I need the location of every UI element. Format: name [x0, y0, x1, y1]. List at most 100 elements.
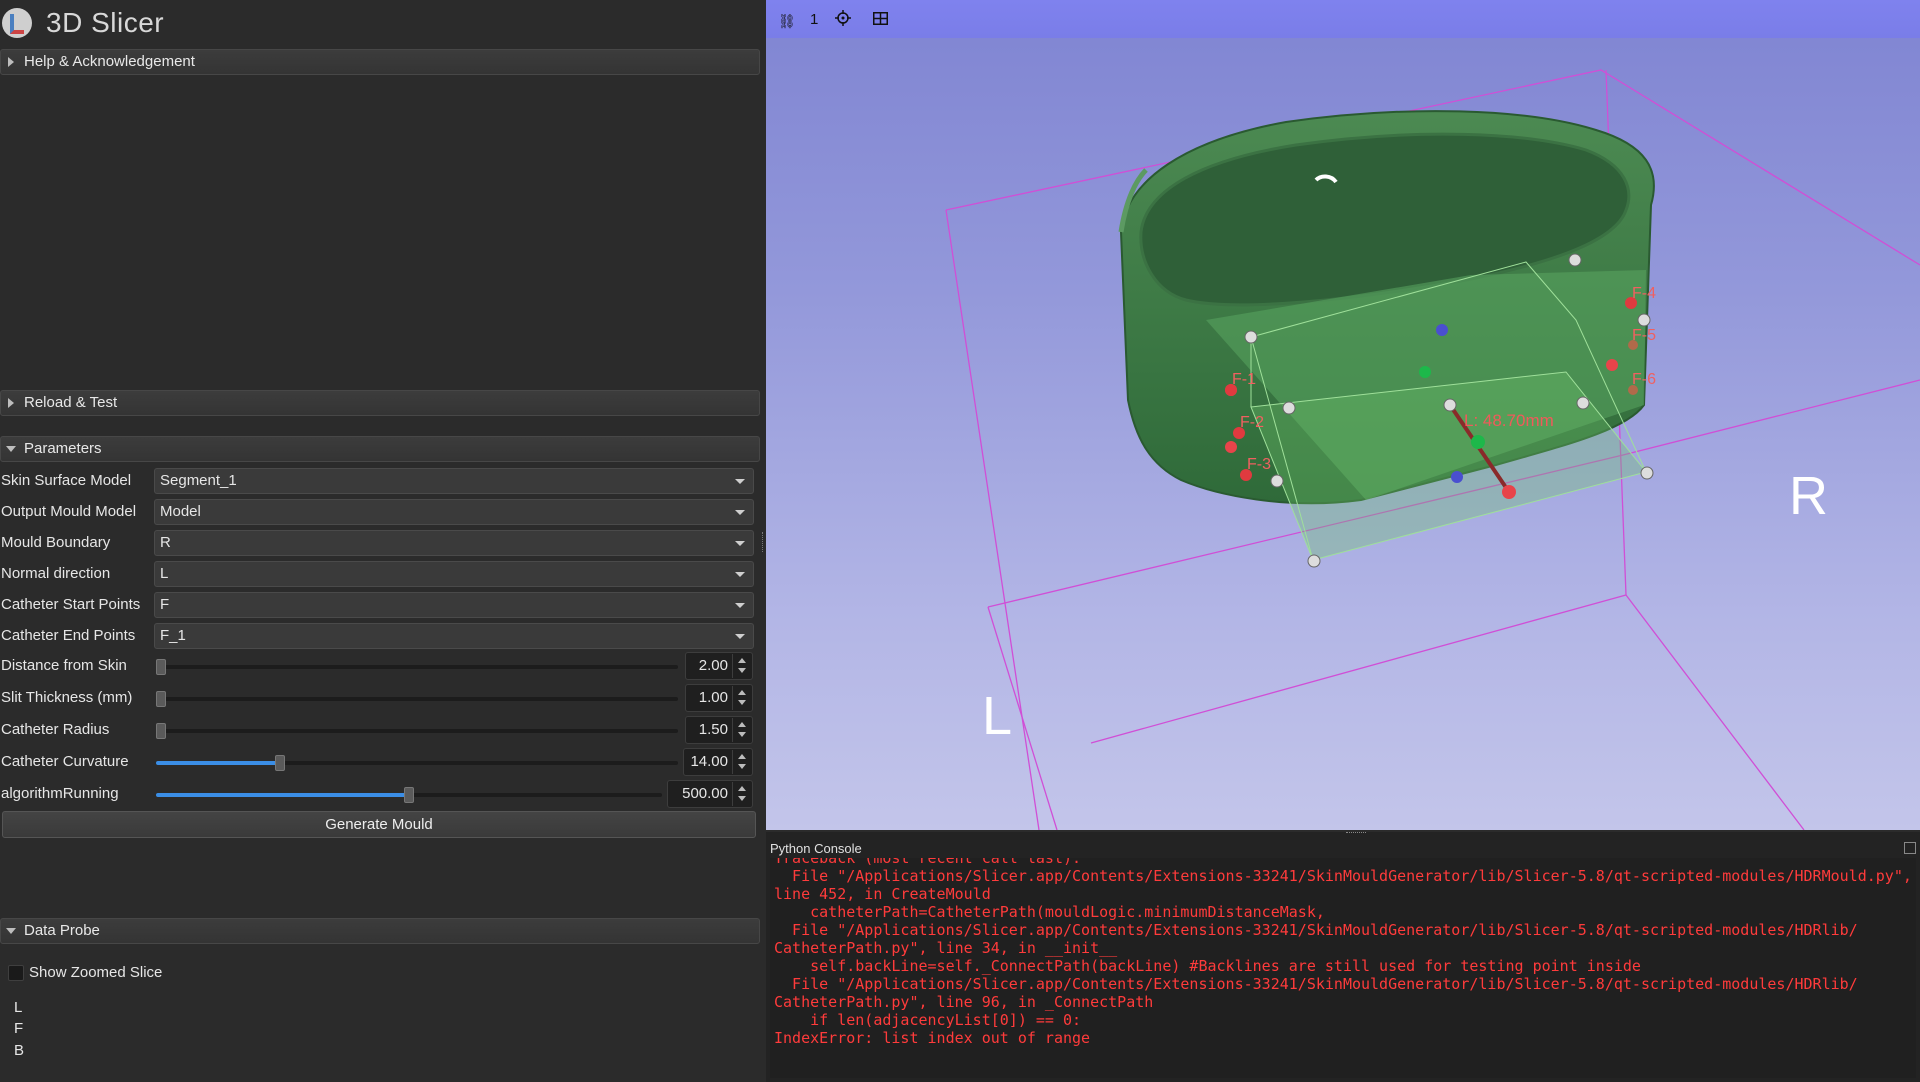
chevron-down-icon	[735, 510, 745, 515]
catheter-start-points-select[interactable]: F	[154, 592, 754, 618]
module-panel: 3D Slicer Help & Acknowledgement Reload …	[0, 0, 764, 1082]
section-data-probe-label: Data Probe	[24, 922, 100, 939]
algorithm-running-spinbox[interactable]: 500.00	[667, 780, 753, 808]
app-header: 3D Slicer	[0, 0, 764, 46]
output-mould-model-label: Output Mould Model	[1, 503, 137, 520]
arrow-down-icon[interactable]	[738, 732, 746, 737]
catheter-curvature-slider[interactable]	[156, 755, 678, 771]
console-line: self.backLine=self._ConnectPath(backLine…	[774, 957, 1641, 975]
expand-arrow-icon	[8, 57, 14, 67]
arrow-down-icon[interactable]	[738, 764, 746, 769]
center-view-icon[interactable]	[835, 10, 851, 26]
3d-view[interactable]: F-1 F-2 F-3 F-4 F-5 F-6 L: 48.70mm ⛓ 1 L…	[766, 0, 1920, 830]
distance-from-skin-spinbox[interactable]: 2.00	[685, 652, 753, 680]
arrow-down-icon[interactable]	[738, 668, 746, 673]
catheter-end-points-select[interactable]: F_1	[154, 623, 754, 649]
chevron-down-icon	[735, 572, 745, 577]
view-number: 1	[810, 11, 819, 28]
spin-arrows[interactable]	[732, 654, 751, 678]
arrow-up-icon[interactable]	[738, 690, 746, 695]
catheter-radius-spinbox[interactable]: 1.50	[685, 716, 753, 744]
markup-label-f2: F-2	[1240, 414, 1264, 431]
slit-thickness-spinbox[interactable]: 1.00	[685, 684, 753, 712]
section-help[interactable]: Help & Acknowledgement	[0, 49, 760, 75]
probe-line-l: L	[14, 999, 23, 1016]
selected-value: Model	[160, 503, 201, 520]
probe-line-b: B	[14, 1042, 25, 1059]
algorithm-running-label: algorithmRunning	[1, 785, 119, 802]
markup-label-f4: F-4	[1632, 285, 1656, 302]
mould-boundary-select[interactable]: R	[154, 530, 754, 556]
slit-thickness-slider[interactable]	[156, 691, 678, 707]
expand-arrow-icon	[8, 398, 14, 408]
markup-label-f5: F-5	[1632, 327, 1656, 344]
spin-arrows[interactable]	[732, 782, 751, 806]
output-mould-model-select[interactable]: Model	[154, 499, 754, 525]
undock-icon[interactable]	[1904, 842, 1916, 854]
selected-value: R	[160, 534, 171, 551]
console-line: CatheterPath.py", line 96, in _ConnectPa…	[774, 993, 1154, 1011]
slider-fill	[156, 761, 279, 765]
distance-from-skin-label: Distance from Skin	[1, 657, 127, 674]
spin-arrows[interactable]	[732, 686, 751, 710]
console-splitter[interactable]	[1346, 832, 1366, 836]
app-title: 3D Slicer	[46, 7, 165, 38]
markup-label-f6: F-6	[1632, 371, 1656, 388]
skin-surface-model-select[interactable]: Segment_1	[154, 468, 754, 494]
console-line: File "/Applications/Slicer.app/Contents/…	[774, 867, 1912, 885]
arrow-up-icon[interactable]	[738, 786, 746, 791]
collapse-arrow-icon	[6, 928, 16, 934]
console-line: Traceback (most recent call last):	[774, 858, 1082, 867]
selected-value: F	[160, 596, 170, 613]
console-line: line 452, in CreateMould	[774, 885, 991, 903]
arrow-down-icon[interactable]	[738, 796, 746, 801]
spin-arrows[interactable]	[732, 718, 751, 742]
console-output[interactable]: Traceback (most recent call last): File …	[770, 858, 1916, 1078]
catheter-radius-label: Catheter Radius	[1, 721, 110, 738]
chevron-down-icon	[735, 603, 745, 608]
slider-handle[interactable]	[275, 755, 285, 771]
3d-scene[interactable]: F-1 F-2 F-3 F-4 F-5 F-6 L: 48.70mm	[766, 0, 1920, 830]
spin-arrows[interactable]	[732, 750, 751, 774]
selected-value: F_1	[160, 627, 186, 644]
arrow-up-icon[interactable]	[738, 722, 746, 727]
section-reload-test[interactable]: Reload & Test	[0, 390, 760, 416]
mould-boundary-label: Mould Boundary	[1, 534, 111, 551]
catheter-radius-slider[interactable]	[156, 723, 678, 739]
slider-fill	[156, 793, 408, 797]
distance-from-skin-slider[interactable]	[156, 659, 678, 675]
slider-handle[interactable]	[156, 723, 166, 739]
catheter-curvature-spinbox[interactable]: 14.00	[683, 748, 753, 776]
selected-value: Segment_1	[160, 472, 237, 489]
probe-line-f: F	[14, 1020, 24, 1037]
arrow-down-icon[interactable]	[738, 700, 746, 705]
console-line: File "/Applications/Slicer.app/Contents/…	[774, 975, 1858, 993]
catheter-curvature-label: Catheter Curvature	[1, 753, 129, 770]
generate-mould-button[interactable]: Generate Mould	[2, 811, 756, 838]
slider-handle[interactable]	[404, 787, 414, 803]
algorithm-running-slider[interactable]	[156, 787, 662, 803]
normal-direction-select[interactable]: L	[154, 561, 754, 587]
pin-icon[interactable]: ⛓	[778, 13, 796, 30]
markup-label-f3: F-3	[1247, 456, 1271, 473]
python-console[interactable]: Python Console Traceback (most recent ca…	[766, 832, 1920, 1082]
console-title: Python Console	[770, 841, 862, 856]
console-line: File "/Applications/Slicer.app/Contents/…	[774, 921, 1858, 939]
markup-label-f1: F-1	[1232, 371, 1256, 388]
orientation-label-right: R	[1789, 466, 1828, 526]
arrow-up-icon[interactable]	[738, 754, 746, 759]
show-zoomed-slice-checkbox[interactable]	[8, 965, 24, 981]
arrow-up-icon[interactable]	[738, 658, 746, 663]
layout-icon[interactable]	[873, 12, 888, 25]
slicer-logo-icon	[2, 8, 32, 38]
slider-handle[interactable]	[156, 659, 166, 675]
spinbox-value: 1.50	[698, 721, 728, 738]
slider-handle[interactable]	[156, 691, 166, 707]
console-line: catheterPath=CatheterPath(mouldLogic.min…	[774, 903, 1325, 921]
section-parameters[interactable]: Parameters	[0, 436, 760, 462]
selected-value: L	[160, 565, 169, 582]
measurement-label: L: 48.70mm	[1464, 411, 1554, 430]
slit-thickness-label: Slit Thickness (mm)	[1, 689, 133, 706]
section-data-probe[interactable]: Data Probe	[0, 918, 760, 944]
spinbox-value: 1.00	[698, 689, 728, 706]
